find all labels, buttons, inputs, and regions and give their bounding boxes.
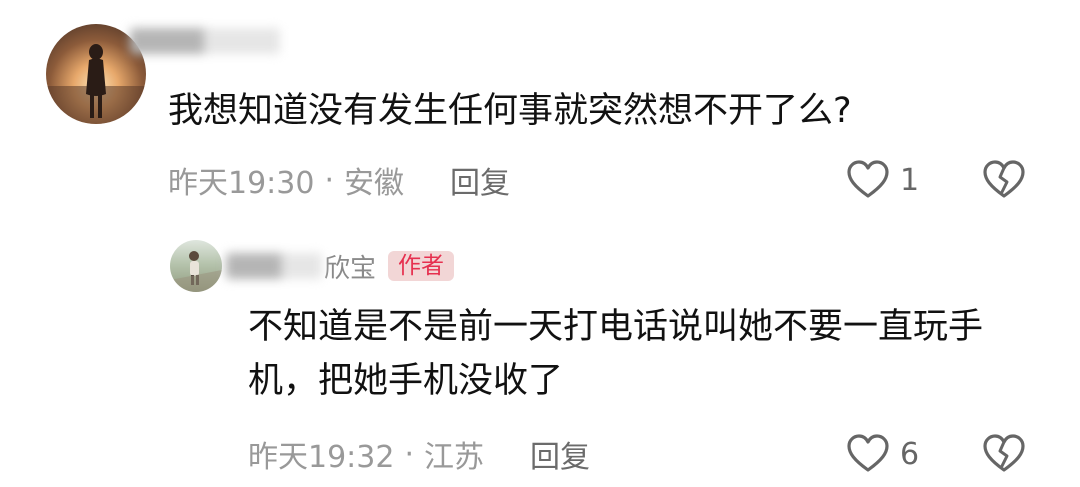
broken-heart-icon[interactable]	[982, 434, 1026, 474]
broken-heart-icon[interactable]	[982, 160, 1026, 200]
like-button[interactable]: 6	[846, 432, 919, 476]
meta-separator: ·	[404, 436, 415, 472]
author-badge: 作者	[388, 251, 455, 281]
comment-meta: 昨天19:30 · 安徽 回复	[168, 158, 510, 202]
meta-separator: ·	[324, 162, 335, 198]
username[interactable]: 欣宝	[324, 248, 376, 285]
like-count: 1	[900, 162, 920, 198]
username[interactable]: ████	[130, 28, 280, 54]
like-button[interactable]: 1	[846, 158, 919, 202]
username-blurred[interactable]: ███	[226, 253, 322, 279]
like-count: 6	[900, 436, 920, 472]
reply-header: ███ 欣宝 作者	[226, 248, 455, 285]
heart-outline-icon	[847, 434, 889, 472]
avatar-person-icon	[170, 251, 222, 292]
heart-outline-icon	[847, 160, 889, 198]
comment-location: 安徽	[344, 166, 405, 201]
avatar[interactable]	[170, 240, 222, 292]
comment-time: 昨天19:30	[168, 166, 315, 201]
comment-location: 江苏	[424, 440, 485, 475]
comment-meta: 昨天19:32 · 江苏 回复	[248, 432, 590, 476]
reply-button[interactable]: 回复	[530, 432, 590, 476]
reply-button[interactable]: 回复	[450, 158, 510, 202]
comment-time: 昨天19:32	[248, 440, 395, 475]
comment-text: 不知道是不是前一天打电话说叫她不要一直玩手机，把她手机没收了	[248, 307, 984, 401]
comment-text: 我想知道没有发生任何事就突然想不开了么?	[168, 91, 852, 131]
